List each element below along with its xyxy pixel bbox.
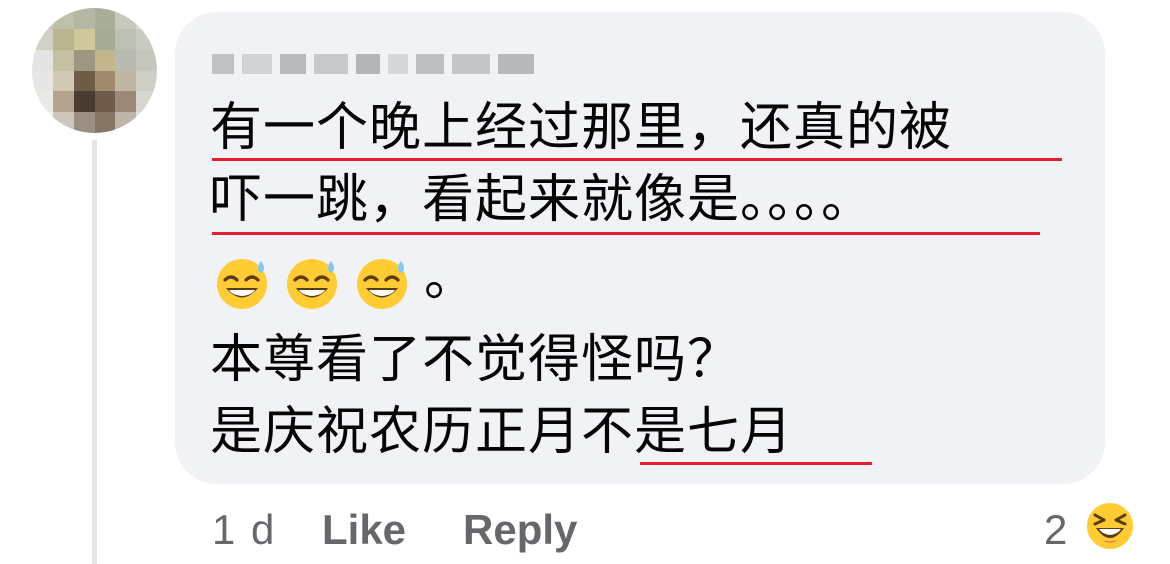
comment-line-3: 。 (424, 248, 478, 308)
grinning-sweat-icon (357, 259, 407, 309)
comment-line-1: 有一个晚上经过那里，还真的被 (210, 98, 953, 158)
timestamp[interactable]: 1 d (212, 498, 276, 562)
thread-connector-line (92, 140, 97, 564)
grinning-sweat-icon (217, 259, 267, 309)
comment-line-4: 本尊看了不觉得怪吗？ (210, 330, 741, 390)
reply-button[interactable]: Reply (463, 498, 577, 562)
reaction-count[interactable]: 2 (1044, 498, 1067, 562)
like-button[interactable]: Like (322, 498, 406, 562)
avatar[interactable] (32, 8, 157, 133)
comment-thread: 有一个晚上经过那里，还真的被 吓一跳，看起来就像是。。。。 。 本尊看了不觉得怪… (0, 0, 1170, 564)
laughing-emoji-icon[interactable] (1084, 500, 1136, 552)
highlight-underline (212, 232, 1040, 235)
highlight-underline (640, 462, 872, 465)
author-name-redacted[interactable] (212, 44, 534, 84)
comment-line-5: 是庆祝农历正月不是七月 (210, 402, 794, 462)
comment-line-2: 吓一跳，看起来就像是。。。。 (210, 170, 875, 230)
highlight-underline (212, 158, 1062, 161)
grinning-sweat-icon (287, 259, 337, 309)
